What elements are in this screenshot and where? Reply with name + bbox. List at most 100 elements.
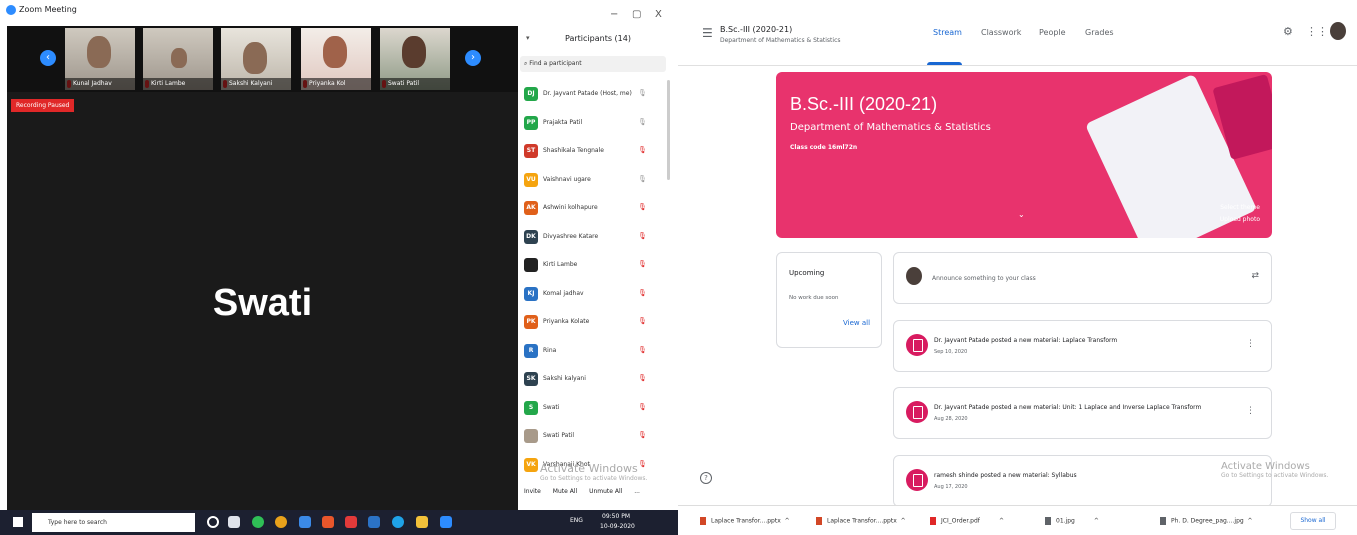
windows-start-icon[interactable] (13, 517, 23, 527)
chrome-icon[interactable] (275, 516, 287, 528)
hamburger-menu-icon[interactable]: ☰ (702, 26, 713, 40)
video-thumbnail[interactable]: Kunal Jadhav (65, 28, 135, 90)
mic-muted-icon[interactable]: 🎙︎ (638, 431, 647, 439)
participant-row[interactable]: DJ Dr. Jayvant Patade (Host, me) 🎙︎ (518, 80, 668, 109)
apps-grid-icon[interactable]: ⋮⋮ (1306, 25, 1328, 38)
announce-box[interactable]: Announce something to your class ⇄ (893, 252, 1272, 304)
participant-row[interactable]: Kirti Lambe 🎙︎ (518, 251, 668, 280)
help-icon[interactable]: ? (700, 472, 712, 484)
edge-icon[interactable] (392, 516, 404, 528)
download-item[interactable]: Ph. D. Degree_pag....jpg ^ (1160, 517, 1253, 525)
avatar[interactable] (1330, 22, 1346, 40)
post-title[interactable]: ramesh shinde posted a new material: Syl… (934, 472, 1077, 479)
participant-row[interactable]: KJ Komal jadhav 🎙︎ (518, 280, 668, 309)
download-item[interactable]: Laplace Transfor....pptx ^ (816, 517, 906, 525)
acrobat-icon[interactable] (345, 516, 357, 528)
announce-placeholder[interactable]: Announce something to your class (932, 275, 1036, 282)
mic-muted-icon[interactable]: 🎙︎ (638, 232, 647, 240)
video-thumbnail[interactable]: Swati Patil (380, 28, 450, 90)
tab-grades[interactable]: Grades (1085, 28, 1114, 37)
stream-post[interactable]: Dr. Jayvant Patade posted a new material… (893, 320, 1272, 372)
upload-photo-link[interactable]: Upload photo (1220, 214, 1260, 226)
tab-people[interactable]: People (1039, 28, 1066, 37)
tab-classwork[interactable]: Classwork (981, 28, 1021, 37)
app-icon[interactable] (322, 516, 334, 528)
mic-icon[interactable]: 🎙︎ (638, 89, 647, 97)
download-filename: 01.jpg (1056, 517, 1075, 525)
participant-avatar: PK (524, 315, 538, 329)
word-icon[interactable] (368, 516, 380, 528)
video-thumbnail[interactable]: Kirti Lambe (143, 28, 213, 90)
participant-avatar: KJ (524, 286, 538, 301)
app-icon[interactable] (299, 516, 311, 528)
maximize-button[interactable]: ▢ (632, 9, 641, 20)
mic-muted-icon[interactable]: 🎙︎ (638, 317, 647, 325)
file-explorer-icon[interactable] (416, 516, 428, 528)
show-all-button[interactable]: Show all (1290, 512, 1336, 530)
more-button[interactable]: ... (634, 488, 640, 495)
tab-stream[interactable]: Stream (933, 28, 962, 37)
video-thumbnail[interactable]: Priyanka Kol (301, 28, 371, 90)
classroom-screen: ☰ B.Sc.-III (2020-21) Department of Math… (678, 0, 1357, 535)
participant-search-input[interactable]: ⌕ Find a participant (520, 56, 666, 72)
mic-muted-icon[interactable]: 🎙︎ (638, 346, 647, 354)
taskbar-search-input[interactable]: Type here to search (32, 513, 195, 532)
mic-muted-icon[interactable]: 🎙︎ (638, 260, 647, 268)
mute-all-button[interactable]: Mute All (553, 488, 577, 495)
mic-icon[interactable]: 🎙︎ (638, 118, 647, 126)
cortana-icon[interactable] (207, 516, 219, 528)
participant-row[interactable]: S Swati 🎙︎ (518, 394, 668, 423)
mic-muted-icon[interactable]: 🎙︎ (638, 403, 647, 411)
mic-icon[interactable]: 🎙︎ (638, 175, 647, 183)
repost-icon[interactable]: ⇄ (1251, 271, 1259, 281)
participant-row[interactable]: SK Sakshi kalyani 🎙︎ (518, 365, 668, 394)
post-title[interactable]: Dr. Jayvant Patade posted a new material… (934, 337, 1117, 344)
post-title[interactable]: Dr. Jayvant Patade posted a new material… (934, 404, 1201, 411)
tray-language[interactable]: ENG (570, 517, 583, 524)
tray-date[interactable]: 10-09-2020 (600, 523, 635, 530)
stream-post[interactable]: ramesh shinde posted a new material: Syl… (893, 455, 1272, 507)
zoom-taskbar-icon[interactable] (440, 516, 452, 528)
mic-muted-icon[interactable]: 🎙︎ (638, 203, 647, 211)
material-icon (906, 334, 928, 356)
participants-scrollbar[interactable] (667, 80, 670, 180)
participant-avatar: DK (524, 229, 538, 244)
close-button[interactable]: X (655, 9, 662, 20)
participant-row[interactable]: Swati Patil 🎙︎ (518, 422, 668, 451)
settings-gear-icon[interactable]: ⚙ (1283, 25, 1293, 38)
participant-row[interactable]: DK Divyashree Katare 🎙︎ (518, 223, 668, 252)
view-all-link[interactable]: View all (843, 319, 870, 327)
participant-row[interactable]: PK Priyanka Kolate 🎙︎ (518, 308, 668, 337)
task-view-icon[interactable] (228, 516, 240, 528)
tray-time[interactable]: 09:50 PM (602, 513, 630, 520)
prev-page-icon[interactable]: ‹ (40, 50, 56, 66)
unmute-all-button[interactable]: Unmute All (589, 488, 622, 495)
participant-row[interactable]: R Rina 🎙︎ (518, 337, 668, 366)
more-options-icon[interactable]: ⋮ (1246, 339, 1255, 349)
select-theme-link[interactable]: Select theme (1220, 202, 1260, 214)
download-item[interactable]: 01.jpg ^ (1045, 517, 1099, 525)
mic-muted-icon[interactable]: 🎙︎ (638, 374, 647, 382)
download-item[interactable]: Laplace Transfor....pptx ^ (700, 517, 790, 525)
participant-avatar: DJ (524, 87, 538, 101)
mic-muted-icon[interactable]: 🎙︎ (638, 289, 647, 297)
post-date: Sep 10, 2020 (934, 349, 968, 355)
next-page-icon[interactable]: › (465, 50, 481, 66)
class-name[interactable]: B.Sc.-III (2020-21) (720, 25, 792, 34)
invite-button[interactable]: Invite (524, 488, 541, 495)
more-options-icon[interactable]: ⋮ (1246, 406, 1255, 416)
class-code[interactable]: Class code 16ml72n (790, 144, 857, 151)
minimize-button[interactable]: − (610, 9, 618, 20)
post-date: Aug 17, 2020 (934, 484, 968, 490)
video-thumbnail[interactable]: Sakshi Kalyani (221, 28, 291, 90)
download-item[interactable]: JCI_Order.pdf ^ (930, 517, 1004, 525)
stream-post[interactable]: Dr. Jayvant Patade posted a new material… (893, 387, 1272, 439)
participant-row[interactable]: VU Vaishnavi ugare 🎙︎ (518, 166, 668, 195)
participant-row[interactable]: AK Ashwini kolhapure 🎙︎ (518, 194, 668, 223)
participant-row[interactable]: ST Shashikala Tengnale 🎙︎ (518, 137, 668, 166)
whatsapp-icon[interactable] (252, 516, 264, 528)
chevron-down-icon[interactable]: ▾ (526, 34, 530, 42)
participant-row[interactable]: PP Prajakta Patil 🎙︎ (518, 109, 668, 138)
mic-muted-icon[interactable]: 🎙︎ (638, 146, 647, 154)
chevron-down-icon[interactable]: ⌄ (1018, 210, 1025, 219)
